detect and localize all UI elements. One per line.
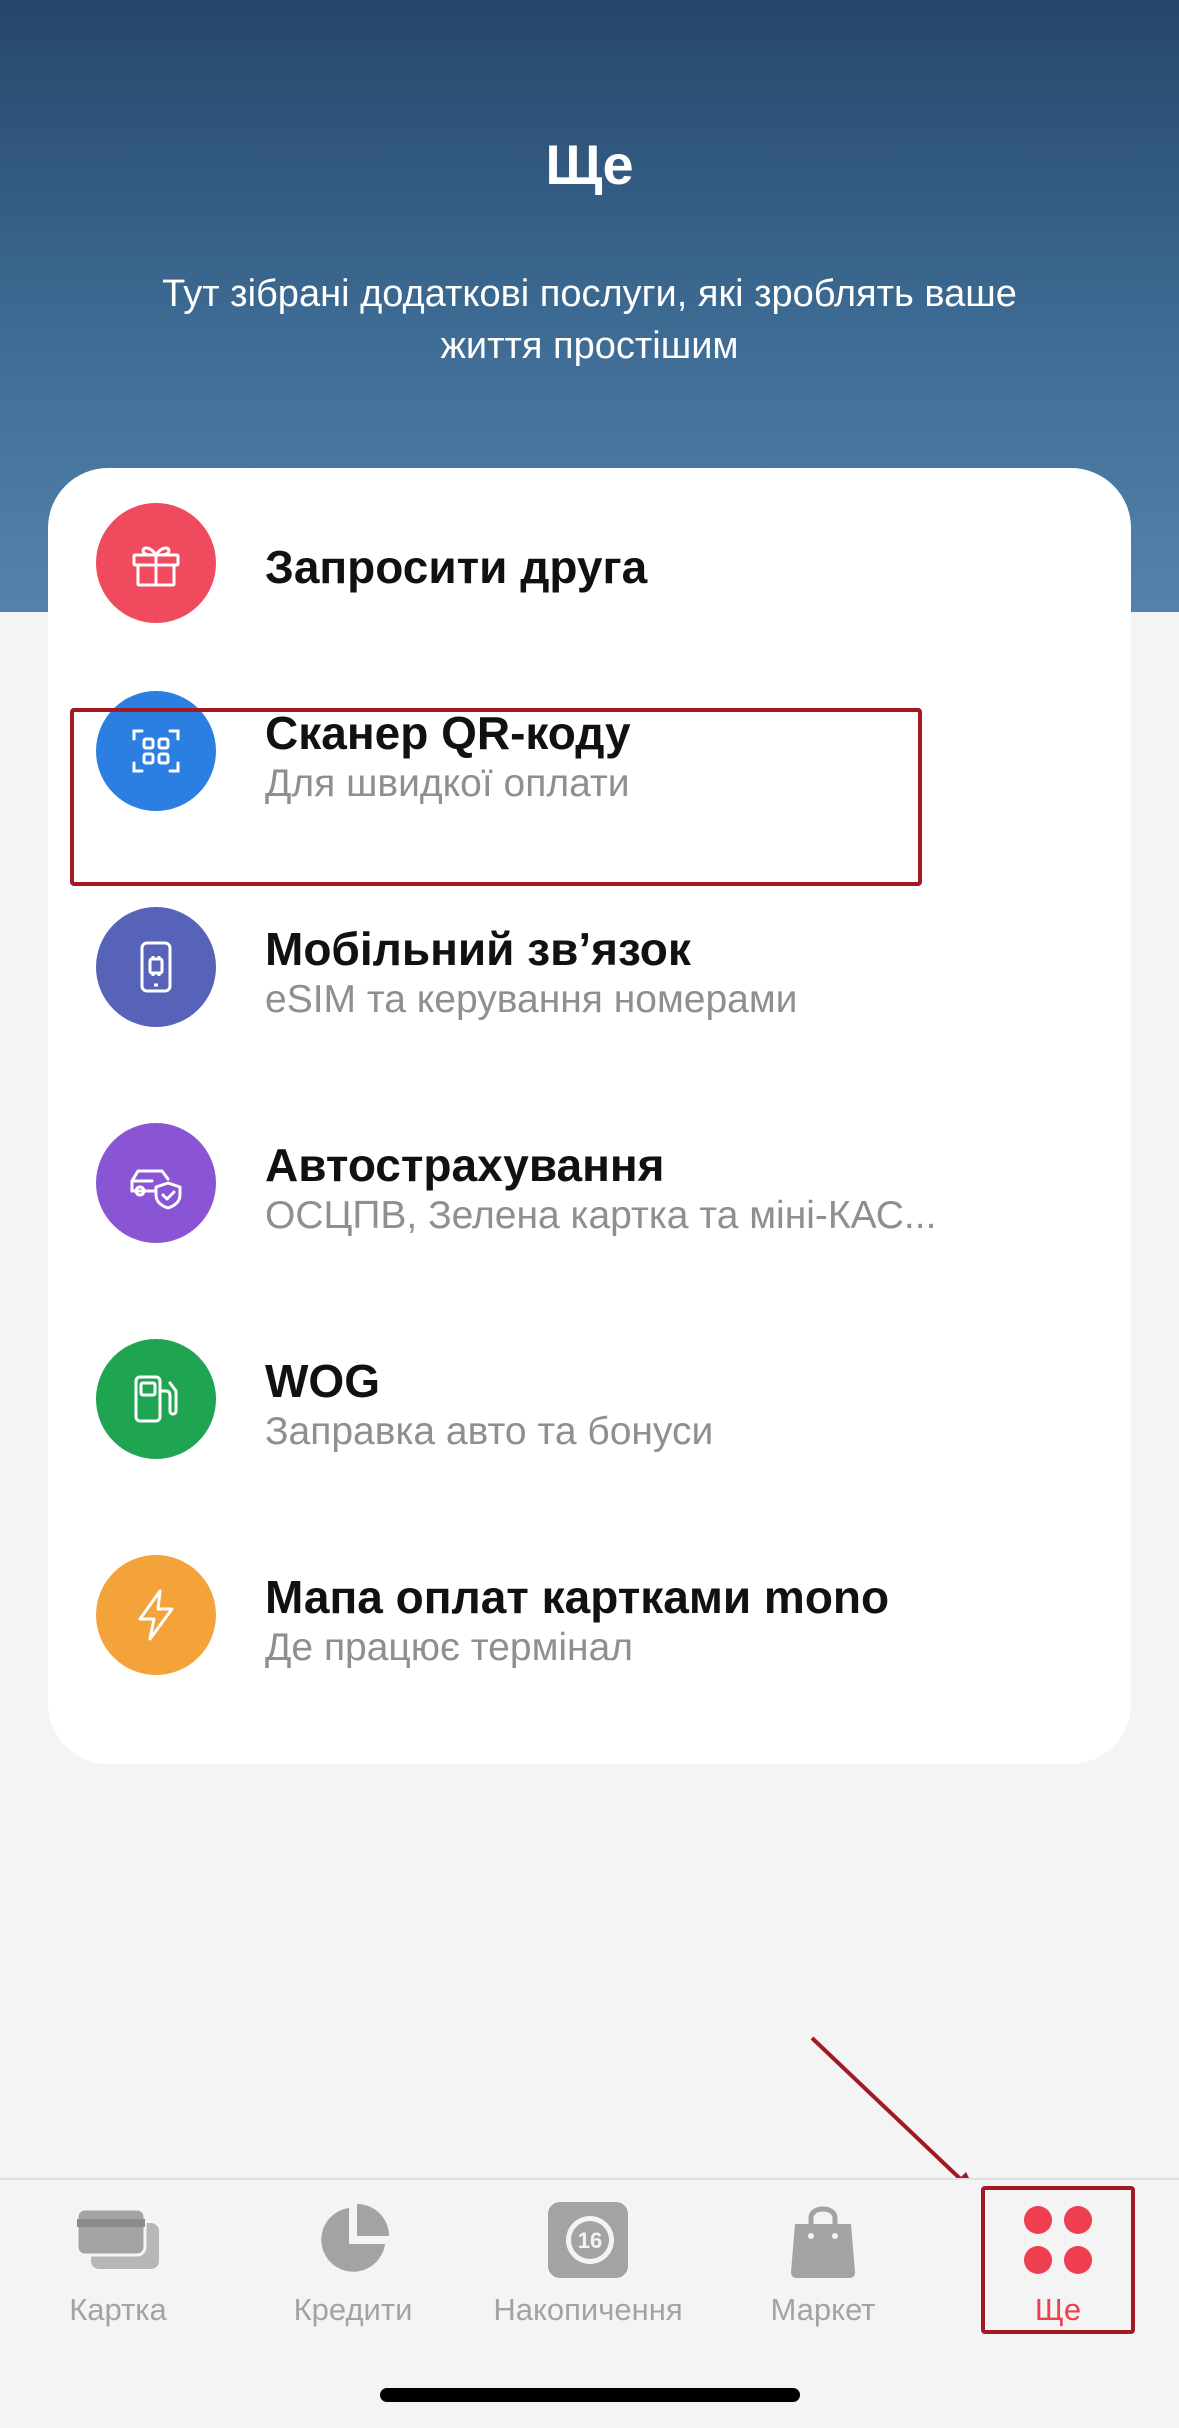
home-indicator (380, 2388, 800, 2402)
tab-card[interactable]: Картка (18, 2198, 218, 2338)
service-invite-friend[interactable]: Запросити друга (48, 478, 1131, 648)
service-subtitle: Де працює термінал (265, 1626, 634, 1669)
service-mobile[interactable]: Мобільний зв’язок eSIM та керування номе… (48, 882, 1131, 1052)
service-title: Автострахування (265, 1139, 665, 1191)
tab-label: Накопичення (493, 2292, 683, 2327)
service-title: WOG (265, 1355, 380, 1407)
lightning-icon (96, 1555, 216, 1675)
service-subtitle: eSIM та керування номерами (265, 978, 798, 1021)
highlight-qr-item (70, 708, 922, 886)
page-title: Ще (545, 133, 634, 196)
page-subtitle: Тут зібрані додаткові послуги, які зробл… (162, 273, 1017, 367)
tab-savings[interactable]: 16 Накопичення (488, 2198, 688, 2338)
service-subtitle: Заправка авто та бонуси (265, 1410, 714, 1453)
services-card: Запросити друга Сканер QR-коду Для швидк… (48, 468, 1131, 1764)
tab-label: Кредити (293, 2292, 413, 2327)
gift-icon (96, 503, 216, 623)
car-shield-icon (96, 1123, 216, 1243)
fuel-pump-icon (96, 1339, 216, 1459)
cards-icon (68, 2198, 168, 2282)
tab-label: Маркет (770, 2292, 876, 2327)
tab-credits[interactable]: Кредити (253, 2198, 453, 2338)
savings-badge: 16 (578, 2228, 602, 2253)
savings-icon: 16 (538, 2198, 638, 2282)
service-wog[interactable]: WOG Заправка авто та бонуси (48, 1314, 1131, 1484)
tab-label: Картка (69, 2292, 167, 2327)
pie-chart-icon (303, 2198, 403, 2282)
highlight-more-tab (981, 2186, 1135, 2334)
service-car-insurance[interactable]: Автострахування ОСЦПВ, Зелена картка та … (48, 1098, 1131, 1268)
service-subtitle: ОСЦПВ, Зелена картка та міні-КАС... (265, 1194, 937, 1237)
service-title: Мобільний зв’язок (265, 923, 691, 975)
service-payment-map[interactable]: Мапа оплат картками mono Де працює термі… (48, 1530, 1131, 1700)
service-title: Мапа оплат картками mono (265, 1571, 890, 1623)
service-title: Запросити друга (265, 541, 648, 593)
tab-market[interactable]: Маркет (723, 2198, 923, 2338)
shopping-bag-icon (773, 2198, 873, 2282)
phone-sim-icon (96, 907, 216, 1027)
